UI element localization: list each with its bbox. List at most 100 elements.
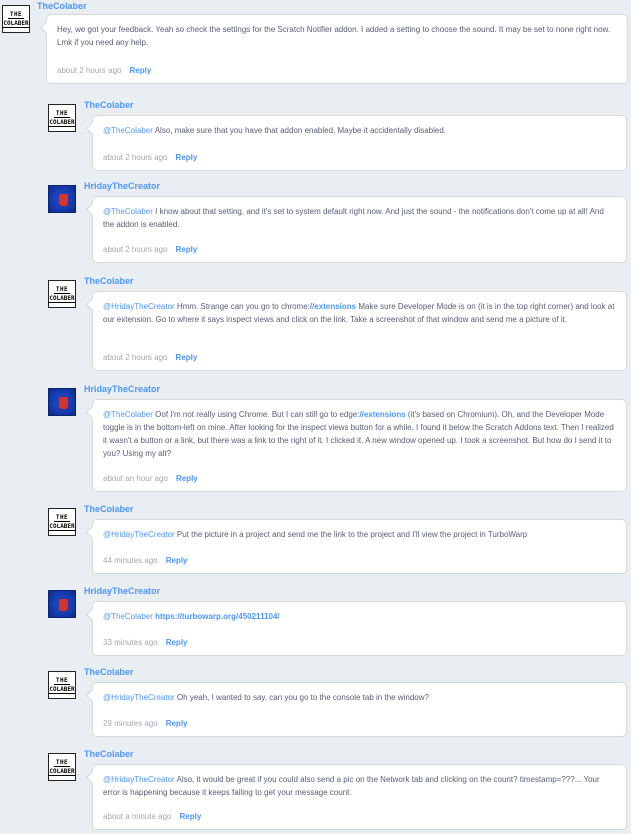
avatar-text-line1: THE xyxy=(53,109,71,118)
mention-link[interactable]: @TheColaber xyxy=(103,126,153,135)
comment-time: 44 minutes ago xyxy=(103,556,158,565)
avatar[interactable]: THE COLABER xyxy=(48,508,76,536)
comment-text: @TheColaber I know about that setting, a… xyxy=(103,205,616,231)
avatar-image xyxy=(59,599,68,611)
avatar[interactable]: THE COLABER xyxy=(48,280,76,308)
comment-text-part: Oh yeah, I wanted to say, can you go to … xyxy=(174,693,429,702)
comment-0: THE COLABER TheColaber Hey, we got your … xyxy=(2,1,629,84)
comment-8: THE COLABER TheColaber @HridayTheCreator… xyxy=(48,749,629,831)
comment-time: about a minute ago xyxy=(103,812,172,821)
comment-bubble: @HridayTheCreator Hmm. Strange can you g… xyxy=(92,291,627,371)
avatar[interactable]: THE COLABER xyxy=(48,104,76,132)
avatar-text-line2: COLABER xyxy=(48,522,76,531)
reply-button[interactable]: Reply xyxy=(166,719,188,728)
comment-bubble: Hey, we got your feedback. Yeah so check… xyxy=(46,14,628,84)
comment-5: THE COLABER TheColaber @HridayTheCreator… xyxy=(48,504,629,574)
comment-meta: about an hour ago Reply xyxy=(103,474,198,483)
comment-text-part: Also, it would be great if you could als… xyxy=(103,775,600,797)
mention-link[interactable]: @TheColaber xyxy=(103,410,153,419)
comment-meta: about 2 hours ago Reply xyxy=(57,66,151,75)
comment-meta: about 2 hours ago Reply xyxy=(103,353,197,362)
comment-meta: 29 minutes ago Reply xyxy=(103,719,188,728)
avatar-image xyxy=(59,194,68,206)
comment-time: about 2 hours ago xyxy=(103,353,168,362)
comment-text: @HridayTheCreator Also, it would be grea… xyxy=(103,773,616,799)
reply-button[interactable]: Reply xyxy=(176,245,198,254)
comment-bubble: @HridayTheCreator Oh yeah, I wanted to s… xyxy=(92,682,627,737)
comment-time: 33 minutes ago xyxy=(103,638,158,647)
avatar[interactable]: THE COLABER xyxy=(2,5,30,33)
avatar-text-line2: COLABER xyxy=(48,294,76,303)
comment-text-part: I know about that setting, and it's set … xyxy=(103,207,604,229)
comment-meta: about 2 hours ago Reply xyxy=(103,153,197,162)
comment-username[interactable]: HridayTheCreator xyxy=(84,586,160,596)
comment-bubble: @TheColaber I know about that setting, a… xyxy=(92,196,627,263)
comment-bubble: @TheColaber Also, make sure that you hav… xyxy=(92,115,627,171)
avatar-text-line2: COLABER xyxy=(48,685,76,694)
comment-6: HridayTheCreator @TheColaber https://tur… xyxy=(48,586,629,656)
avatar[interactable]: THE COLABER xyxy=(48,671,76,699)
comment-text: @HridayTheCreator Oh yeah, I wanted to s… xyxy=(103,691,616,704)
comment-text: @HridayTheCreator Hmm. Strange can you g… xyxy=(103,300,616,326)
avatar[interactable] xyxy=(48,590,76,618)
comment-time: about 2 hours ago xyxy=(103,245,168,254)
comment-1: THE COLABER TheColaber @TheColaber Also,… xyxy=(48,100,629,172)
comment-meta: 44 minutes ago Reply xyxy=(103,556,188,565)
comment-4: HridayTheCreator @TheColaber Oof I'm not… xyxy=(48,384,629,494)
avatar-text-line1: THE xyxy=(53,676,71,685)
comment-time: about an hour ago xyxy=(103,474,168,483)
avatar-image xyxy=(59,397,68,409)
comment-username[interactable]: TheColaber xyxy=(84,100,134,110)
reply-button[interactable]: Reply xyxy=(166,638,188,647)
comment-bubble: @HridayTheCreator Also, it would be grea… xyxy=(92,764,627,830)
avatar-text-line2: COLABER xyxy=(2,19,30,28)
comment-username[interactable]: HridayTheCreator xyxy=(84,384,160,394)
mention-link[interactable]: @HridayTheCreator xyxy=(103,530,175,539)
comment-username[interactable]: TheColaber xyxy=(84,749,134,759)
mention-link[interactable]: @HridayTheCreator xyxy=(103,693,175,702)
mention-link[interactable]: @TheColaber xyxy=(103,207,153,216)
avatar-text-line1: THE xyxy=(53,513,71,522)
avatar-text-line2: COLABER xyxy=(48,767,76,776)
comment-text: @TheColaber Also, make sure that you hav… xyxy=(103,124,616,137)
extensions-link[interactable]: //extensions xyxy=(310,302,356,311)
comment-text-part: Hey, we got your feedback. Yeah so check… xyxy=(57,25,611,47)
comment-7: THE COLABER TheColaber @HridayTheCreator… xyxy=(48,667,629,737)
avatar[interactable] xyxy=(48,185,76,213)
mention-link[interactable]: @HridayTheCreator xyxy=(103,775,175,784)
reply-button[interactable]: Reply xyxy=(176,353,198,362)
reply-button[interactable]: Reply xyxy=(176,153,198,162)
avatar-text-line2: COLABER xyxy=(48,118,76,127)
mention-link[interactable]: @HridayTheCreator xyxy=(103,302,175,311)
comment-text-part: Hmm. Strange can you go to chrome: xyxy=(174,302,310,311)
comment-2: HridayTheCreator @TheColaber I know abou… xyxy=(48,181,629,263)
comment-bubble: @HridayTheCreator Put the picture in a p… xyxy=(92,519,627,574)
reply-button[interactable]: Reply xyxy=(180,812,202,821)
mention-link[interactable]: @TheColaber xyxy=(103,612,153,621)
comment-text: @TheColaber https://turbowarp.org/450211… xyxy=(103,610,616,623)
avatar-text-line1: THE xyxy=(53,758,71,767)
avatar-text-line1: THE xyxy=(7,10,25,19)
comment-username[interactable]: TheColaber xyxy=(84,667,134,677)
comment-meta: about a minute ago Reply xyxy=(103,812,201,821)
comment-username[interactable]: TheColaber xyxy=(84,504,134,514)
avatar[interactable]: THE COLABER xyxy=(48,753,76,781)
comment-text-part: Put the picture in a project and send me… xyxy=(174,530,528,539)
avatar-text-line1: THE xyxy=(53,285,71,294)
comment-meta: about 2 hours ago Reply xyxy=(103,245,197,254)
comment-text-part: Also, make sure that you have that addon… xyxy=(152,126,446,135)
reply-button[interactable]: Reply xyxy=(176,474,198,483)
comment-text-part: Oof I'm not really using Chrome. But I c… xyxy=(152,410,360,419)
extensions-link[interactable]: //extensions xyxy=(359,410,405,419)
reply-button[interactable]: Reply xyxy=(130,66,152,75)
reply-button[interactable]: Reply xyxy=(166,556,188,565)
comment-bubble: @TheColaber Oof I'm not really using Chr… xyxy=(92,399,627,492)
comment-3: THE COLABER TheColaber @HridayTheCreator… xyxy=(48,276,629,371)
comment-time: about 2 hours ago xyxy=(57,66,122,75)
avatar[interactable] xyxy=(48,388,76,416)
comment-username[interactable]: TheColaber xyxy=(84,276,134,286)
project-link[interactable]: https://turbowarp.org/450211104/ xyxy=(155,612,279,621)
comment-username[interactable]: HridayTheCreator xyxy=(84,181,160,191)
comment-time: 29 minutes ago xyxy=(103,719,158,728)
comment-username[interactable]: TheColaber xyxy=(37,1,87,11)
